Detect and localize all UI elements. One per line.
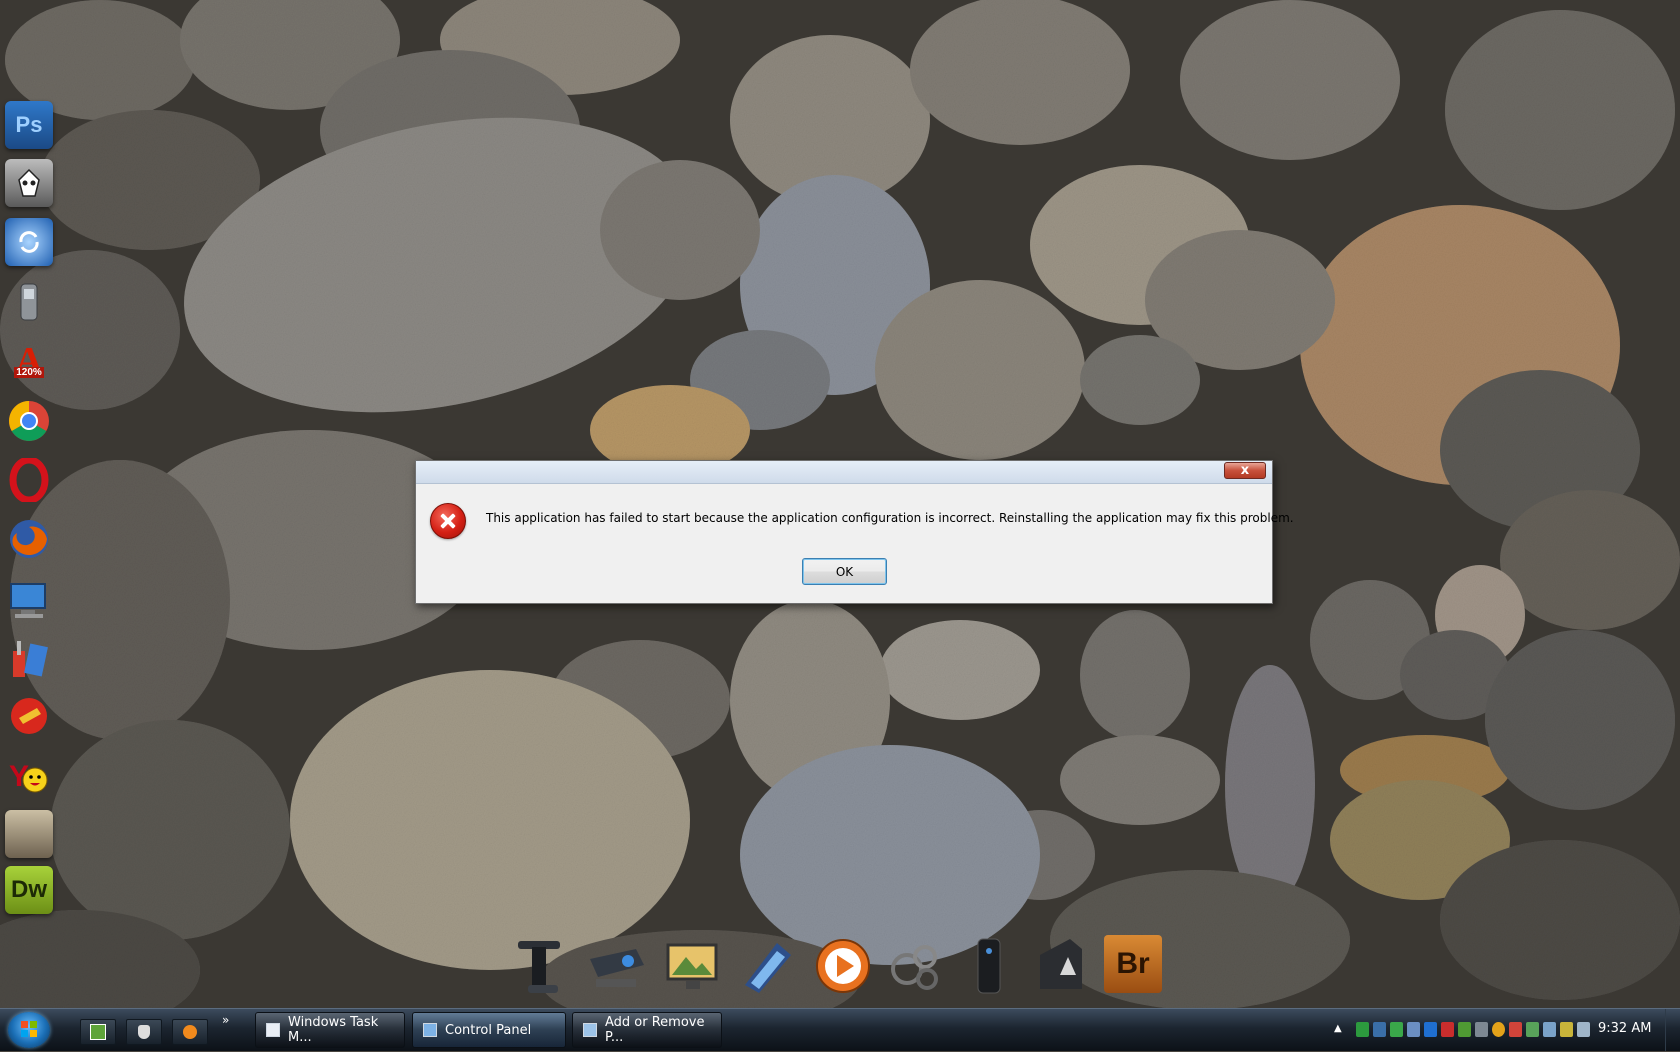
sync-arrows-glyph xyxy=(19,231,39,253)
tray-volume-icon[interactable] xyxy=(1577,1022,1590,1037)
computer-glyph xyxy=(10,583,46,618)
media-player-icon[interactable] xyxy=(812,935,874,997)
bridge-icon[interactable]: Br xyxy=(1104,935,1166,997)
alienware-glyph xyxy=(1040,939,1082,989)
dreamweaver-icon[interactable]: Dw xyxy=(5,866,53,914)
close-icon: x xyxy=(1240,463,1250,478)
control-panel-icon xyxy=(423,1023,437,1037)
photoshop-icon-label: Ps xyxy=(15,112,43,137)
bubbles-glyph xyxy=(891,945,938,990)
desktop: Ps A 120% Y Dw Br x This application has… xyxy=(0,0,1680,1008)
dreamweaver-icon-label: Dw xyxy=(11,876,47,903)
projector-glyph xyxy=(590,949,644,987)
dialog-titlebar[interactable]: x xyxy=(416,461,1272,484)
firefox-icon[interactable] xyxy=(5,515,53,563)
error-dialog: x This application has failed to start b… xyxy=(415,460,1294,604)
foobar-icon[interactable] xyxy=(5,159,53,207)
tray-network-icon[interactable] xyxy=(1373,1022,1386,1037)
bridge-tile: Br xyxy=(1104,935,1162,993)
cleaner-icon[interactable] xyxy=(5,692,53,740)
firefox-glyph xyxy=(10,520,48,558)
start-button[interactable] xyxy=(8,1012,50,1048)
bridge-label: Br xyxy=(1116,947,1150,980)
my-computer-icon[interactable] xyxy=(5,576,53,624)
t-shaped-device-icon[interactable] xyxy=(512,935,574,997)
tools-icon[interactable] xyxy=(5,635,53,683)
sync-icon[interactable] xyxy=(5,218,53,266)
task-label: Add or Remove P... xyxy=(605,1015,705,1045)
game-icon[interactable] xyxy=(5,810,53,858)
task-windows-task-manager[interactable]: Windows Task M... xyxy=(255,1012,405,1048)
tray-display-icon[interactable] xyxy=(1407,1022,1420,1037)
foobar-quicklaunch-icon[interactable] xyxy=(126,1019,162,1045)
opera-icon[interactable] xyxy=(5,456,53,504)
tray-sync-icon[interactable] xyxy=(1543,1022,1556,1037)
chrome-glyph xyxy=(9,401,49,441)
bubbles-icon[interactable] xyxy=(885,935,947,997)
task-add-remove-programs[interactable]: Add or Remove P... xyxy=(572,1012,722,1048)
ok-button[interactable]: OK xyxy=(802,558,887,585)
speaker-tower-icon[interactable] xyxy=(958,935,1020,997)
yahoo-messenger-icon[interactable]: Y xyxy=(5,752,53,800)
cleaner-glyph xyxy=(11,698,47,734)
tray-utorrent-icon[interactable] xyxy=(1458,1022,1471,1037)
mobile-phone-icon[interactable] xyxy=(5,278,53,326)
tray-app-icon[interactable] xyxy=(1356,1022,1369,1037)
tray-chrome-icon[interactable] xyxy=(1492,1022,1505,1037)
tablet-glyph xyxy=(745,943,791,993)
clock[interactable]: 9:32 AM xyxy=(1598,1021,1651,1036)
alienware-icon[interactable] xyxy=(1030,935,1092,997)
projector-icon[interactable] xyxy=(586,935,648,997)
add-remove-programs-icon xyxy=(583,1023,597,1037)
foobar-glyph xyxy=(18,168,40,197)
vlc-icon[interactable] xyxy=(172,1019,208,1045)
acrobat-zoom-label: 120% xyxy=(14,366,44,378)
tray-antivirus-icon[interactable] xyxy=(1441,1022,1454,1037)
dialog-message: This application has failed to start bec… xyxy=(486,511,1294,525)
windows-logo-icon xyxy=(21,1021,37,1037)
tray-bluetooth-icon[interactable] xyxy=(1424,1022,1437,1037)
t-device-glyph xyxy=(518,941,560,993)
tray-airplane-icon[interactable] xyxy=(1560,1022,1573,1037)
phone-glyph xyxy=(20,283,38,321)
monitor-art-icon[interactable] xyxy=(662,935,724,997)
utorrent-icon[interactable] xyxy=(80,1019,116,1045)
tray-alert-icon[interactable] xyxy=(1509,1022,1522,1037)
error-icon xyxy=(430,503,466,539)
tray-update-icon[interactable] xyxy=(1526,1022,1539,1037)
task-label: Control Panel xyxy=(445,1022,532,1038)
acrobat-icon[interactable]: A 120% xyxy=(5,336,53,384)
media-player-glyph xyxy=(816,939,870,993)
taskbar: » Windows Task M... Control Panel Add or… xyxy=(0,1008,1680,1051)
dialog-close-button[interactable]: x xyxy=(1224,462,1266,479)
task-label: Windows Task M... xyxy=(288,1015,379,1045)
show-desktop-button[interactable] xyxy=(1665,1009,1680,1051)
task-control-panel[interactable]: Control Panel xyxy=(412,1012,566,1048)
tower-glyph xyxy=(977,938,1001,994)
tools-glyph xyxy=(13,641,48,677)
tray-expand-icon[interactable]: ▲ xyxy=(1334,1023,1342,1034)
quicklaunch-more-button[interactable]: » xyxy=(222,1013,229,1027)
photoshop-icon[interactable]: Ps xyxy=(5,101,53,149)
monitor-art-glyph xyxy=(666,943,718,989)
tray-monitor-icon[interactable] xyxy=(1475,1022,1488,1037)
tray-flag-icon[interactable] xyxy=(1390,1022,1403,1037)
yahoo-glyph: Y xyxy=(9,760,48,793)
opera-glyph xyxy=(9,458,49,502)
task-manager-icon xyxy=(266,1023,280,1037)
chrome-icon[interactable] xyxy=(5,397,53,445)
tablet-pen-icon[interactable] xyxy=(737,935,799,997)
